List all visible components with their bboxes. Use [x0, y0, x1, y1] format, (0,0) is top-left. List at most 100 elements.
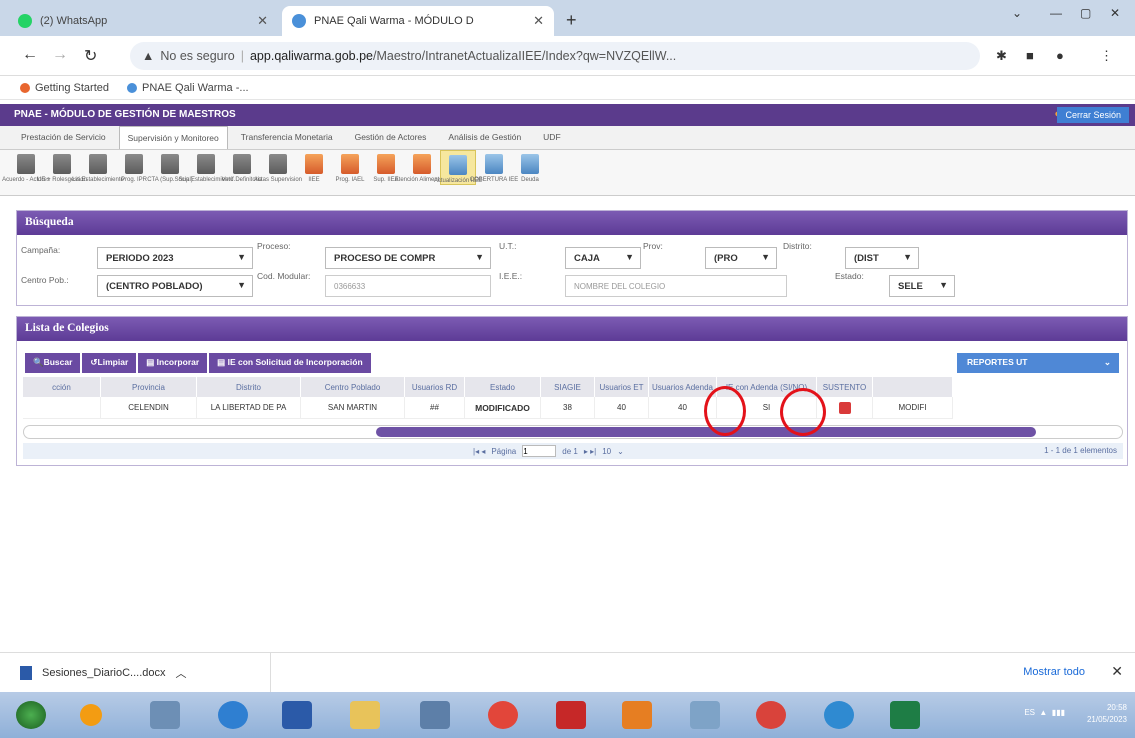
close-icon[interactable]: ✕	[257, 13, 268, 29]
logout-button[interactable]: Cerrar Sesión	[1057, 107, 1129, 123]
prov-select[interactable]: (PRO ▼	[705, 247, 777, 269]
ut-select[interactable]: CAJA ▼	[565, 247, 641, 269]
reload-icon[interactable]: ↻	[84, 46, 97, 66]
language-indicator[interactable]: ES ▲ ▮▮▮	[1024, 708, 1065, 717]
minimize-icon[interactable]: —	[1050, 6, 1062, 20]
menu-analisis[interactable]: Análisis de Gestión	[439, 125, 530, 149]
module-icon-item[interactable]: Actas Supervision	[254, 150, 302, 183]
iiee-input[interactable]: NOMBRE DEL COLEGIO	[565, 275, 787, 297]
column-header[interactable]: Usuarios RD	[405, 377, 465, 397]
column-header[interactable]: cción	[23, 377, 101, 397]
first-page-icon[interactable]: |◂ ◂	[473, 447, 485, 456]
folder-icon[interactable]	[350, 701, 380, 729]
bookmark-pnae[interactable]: PNAE Qali Warma -...	[127, 82, 249, 94]
excel-icon[interactable]	[890, 701, 920, 729]
table-cell: MODIFI	[873, 397, 953, 419]
briefcase-icon	[89, 154, 107, 174]
maximize-icon[interactable]: ▢	[1080, 6, 1091, 20]
vlc-icon[interactable]	[622, 701, 652, 729]
buscar-button[interactable]: 🔍Buscar	[25, 353, 81, 373]
reportes-ut-dropdown[interactable]: REPORTES UT ⌄	[957, 353, 1119, 373]
chevron-up-icon[interactable]: ︿	[176, 665, 187, 681]
horizontal-scrollbar[interactable]	[23, 425, 1123, 439]
close-icon[interactable]: ✕	[533, 13, 544, 29]
menu-udf[interactable]: UDF	[534, 125, 569, 149]
food-tray-icon	[305, 154, 323, 174]
next-page-icon[interactable]: ▸ ▸|	[584, 447, 596, 456]
estado-select[interactable]: SELE ▼	[889, 275, 955, 297]
module-icon-item[interactable]: Sup.Establecimiento	[179, 150, 233, 183]
module-icon-item[interactable]: IIEE	[296, 150, 332, 183]
table-cell: SAN MARTIN	[301, 397, 405, 419]
bookmark-getting-started[interactable]: Getting Started	[20, 82, 109, 94]
scrollbar-thumb[interactable]	[376, 427, 1036, 437]
table-cell: MODIFICADO	[465, 397, 541, 419]
hp-icon[interactable]	[420, 701, 450, 729]
firefox-icon	[20, 82, 30, 93]
chevron-down-icon: ▼	[625, 252, 634, 262]
column-header[interactable]: Usuarios ET	[595, 377, 649, 397]
internet-explorer-icon[interactable]	[218, 701, 248, 729]
app-icon[interactable]	[690, 701, 720, 729]
tools-icon[interactable]	[150, 701, 180, 729]
tab-pnae[interactable]: PNAE Qali Warma - MÓDULO D ✕	[282, 6, 554, 36]
table-row[interactable]: CELENDIN LA LIBERTAD DE PA SAN MARTIN ## MOD…	[23, 397, 1123, 419]
globe-icon	[292, 14, 306, 28]
campana-label: Campaña:	[21, 245, 61, 255]
search-title: Búsqueda	[17, 211, 1127, 235]
page-size-select[interactable]: 10	[602, 447, 611, 456]
start-button-icon[interactable]	[16, 701, 46, 729]
menu-gestion-actores[interactable]: Gestión de Actores	[346, 125, 436, 149]
clock[interactable]: 20:58 21/05/2023	[1087, 702, 1127, 726]
module-icon-item[interactable]: Deuda	[512, 150, 548, 183]
tab-search-icon[interactable]: ⌄	[1012, 6, 1022, 20]
window-close-icon[interactable]: ✕	[1110, 6, 1120, 20]
menu-transferencia[interactable]: Transferencia Monetaria	[232, 125, 342, 149]
cod-modular-input[interactable]: 0366633	[325, 275, 491, 297]
column-header[interactable]: Provincia	[101, 377, 197, 397]
menu-prestacion[interactable]: Prestación de Servicio	[12, 125, 115, 149]
column-header[interactable]	[873, 377, 953, 397]
limpiar-button[interactable]: ↺Limpiar	[82, 353, 137, 373]
proceso-select[interactable]: PROCESO DE COMPR ▼	[325, 247, 491, 269]
chrome-icon[interactable]	[488, 701, 518, 729]
column-header[interactable]: Usuarios Adenda	[649, 377, 717, 397]
address-bar[interactable]: ▲ No es seguro | app.qaliwarma.gob.pe /M…	[130, 42, 980, 70]
puzzle-icon[interactable]: ✱	[996, 48, 1007, 64]
forward-icon[interactable]: →	[52, 46, 68, 64]
menu-icon[interactable]: ⋮	[1100, 48, 1113, 64]
chrome-profile-icon[interactable]	[824, 701, 854, 729]
chrome-icon[interactable]	[756, 701, 786, 729]
word-icon[interactable]	[282, 701, 312, 729]
chevron-down-icon: ▼	[939, 280, 948, 290]
highlight-circle	[780, 388, 826, 436]
briefcase-icon	[125, 154, 143, 174]
column-header[interactable]: SIAGIE	[541, 377, 595, 397]
column-header[interactable]: Distrito	[197, 377, 301, 397]
media-player-icon[interactable]	[80, 704, 102, 726]
globe-icon	[127, 82, 137, 93]
show-all-button[interactable]: Mostrar todo	[1023, 666, 1085, 678]
close-icon[interactable]: ✕	[1111, 663, 1123, 680]
module-icon-item[interactable]: Lis.Establecimiento	[72, 150, 124, 183]
menu-supervision[interactable]: Supervisión y Monitoreo	[118, 126, 228, 149]
column-header[interactable]: SUSTENTO	[817, 377, 873, 397]
tab-whatsapp[interactable]: (2) WhatsApp ✕	[8, 6, 278, 36]
incorporar-button[interactable]: ▤ Incorporar	[138, 353, 208, 373]
profile-icon[interactable]: ●	[1056, 48, 1064, 63]
campana-select[interactable]: PERIODO 2023 ▼	[97, 247, 253, 269]
page-input[interactable]	[522, 445, 557, 457]
module-icon-item[interactable]: Prog. IAEL	[332, 150, 368, 183]
sidepanel-icon[interactable]: ■	[1026, 48, 1034, 63]
column-header[interactable]: Estado	[465, 377, 541, 397]
acrobat-icon[interactable]	[556, 701, 586, 729]
centro-select[interactable]: (CENTRO POBLADO) ▼	[97, 275, 253, 297]
solicitud-incorporacion-button[interactable]: ▤ IE con Solicitud de Incorporación	[209, 353, 371, 373]
back-icon[interactable]: ←	[22, 46, 38, 64]
download-item[interactable]: Sesiones_DiarioC....docx ︿	[20, 665, 187, 681]
distrito-select[interactable]: (DIST ▼	[845, 247, 919, 269]
column-header[interactable]: Centro Poblado	[301, 377, 405, 397]
new-tab-button[interactable]: +	[566, 10, 577, 31]
pdf-icon[interactable]	[838, 401, 851, 414]
module-icon-item[interactable]: COBERTURA IEE	[470, 150, 518, 183]
